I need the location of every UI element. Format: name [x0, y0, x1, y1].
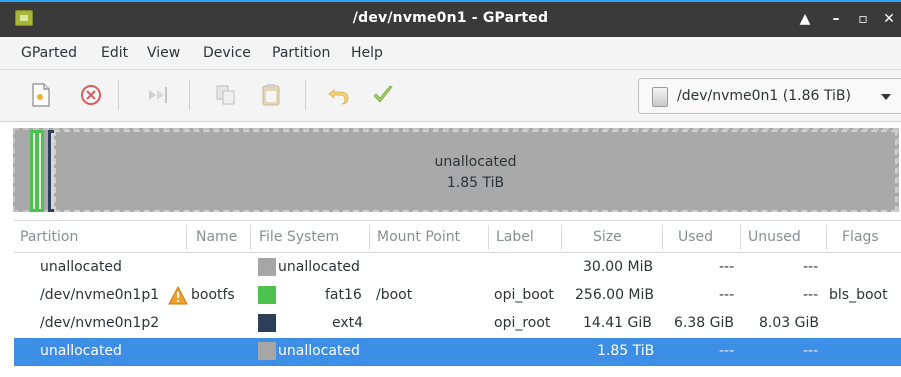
cell-label: opi_boot — [494, 287, 554, 303]
cell-partition: unallocated — [40, 259, 122, 275]
device-selector[interactable]: /dev/nvme0n1 (1.86 TiB) — [638, 78, 901, 114]
column-divider — [826, 225, 827, 250]
cell-used: 6.38 GiB — [674, 315, 734, 331]
chevron-down-icon — [881, 94, 891, 100]
resize-move-icon[interactable] — [145, 82, 171, 108]
cell-unused: 8.03 GiB — [759, 315, 819, 331]
column-divider — [369, 225, 370, 250]
disk-map-unallocated-label: unallocated — [434, 154, 517, 170]
cell-flags: bls_boot — [829, 287, 888, 303]
toolbar-separator — [305, 80, 306, 110]
cell-partition: unallocated — [40, 343, 122, 359]
cell-file-system: ext4 — [332, 315, 364, 331]
menu-partition[interactable]: Partition — [272, 45, 330, 61]
column-header-mount-point[interactable]: Mount Point — [377, 229, 460, 245]
column-divider — [662, 225, 663, 250]
menu-device[interactable]: Device — [203, 45, 251, 61]
cell-name: bootfs — [191, 287, 235, 303]
table-header: Partition Name File System Mount Point L… — [14, 220, 901, 253]
column-divider — [740, 225, 741, 250]
cell-unused: --- — [803, 287, 819, 303]
column-header-partition[interactable]: Partition — [20, 229, 78, 245]
cell-unused: --- — [803, 343, 819, 359]
cell-unused: --- — [803, 259, 819, 275]
column-divider — [561, 225, 562, 250]
column-header-file-system[interactable]: File System — [259, 229, 339, 245]
column-header-used[interactable]: Used — [678, 229, 713, 245]
undo-icon[interactable] — [325, 82, 351, 108]
table-row-selected[interactable]: unallocated unallocated 1.85 TiB --- --- — [14, 338, 901, 366]
paste-icon[interactable] — [258, 82, 284, 108]
cell-mount-point: /boot — [376, 287, 413, 303]
partition-table: Partition Name File System Mount Point L… — [14, 220, 901, 377]
cell-file-system: fat16 — [325, 287, 362, 303]
filesystem-color-swatch — [258, 342, 276, 360]
table-row[interactable]: unallocated unallocated 30.00 MiB --- --… — [14, 254, 901, 282]
cell-size: 14.41 GiB — [583, 315, 652, 331]
disk-map-segment-unallocated[interactable]: unallocated 1.85 TiB — [54, 130, 897, 212]
copy-icon[interactable] — [213, 82, 239, 108]
menu-gparted[interactable]: GParted — [21, 45, 77, 61]
cell-size: 1.85 TiB — [597, 343, 655, 359]
menu-view[interactable]: View — [147, 45, 180, 61]
cell-used: --- — [719, 343, 735, 359]
toolbar-separator — [189, 80, 190, 110]
toolbar: /dev/nvme0n1 (1.86 TiB) — [0, 70, 901, 122]
cell-used: --- — [719, 259, 735, 275]
delete-icon[interactable] — [78, 82, 104, 108]
cell-size: 256.00 MiB — [575, 287, 655, 303]
menu-help[interactable]: Help — [351, 45, 383, 61]
title-bar: /dev/nvme0n1 - GParted ▲ – ▫ ✕ — [0, 0, 901, 37]
table-row[interactable]: /dev/nvme0n1p1 bootfs fat16 /boot opi_bo… — [14, 282, 901, 310]
filesystem-color-swatch — [258, 258, 276, 276]
disk-icon — [652, 87, 668, 107]
column-divider — [186, 225, 187, 250]
minimize-button[interactable]: – — [826, 8, 846, 30]
close-button[interactable]: ✕ — [879, 8, 899, 30]
column-header-flags[interactable]: Flags — [842, 229, 879, 245]
cell-label: opi_root — [494, 315, 551, 331]
column-header-name[interactable]: Name — [196, 229, 237, 245]
table-row[interactable]: /dev/nvme0n1p2 ext4 opi_root 14.41 GiB 6… — [14, 310, 901, 338]
new-icon[interactable] — [28, 82, 54, 108]
menu-bar: GParted Edit View Device Partition Help — [0, 37, 901, 70]
column-header-unused[interactable]: Unused — [748, 229, 801, 245]
cell-partition: /dev/nvme0n1p2 — [40, 315, 160, 331]
cell-used: --- — [719, 287, 735, 303]
column-divider — [488, 225, 489, 250]
cell-file-system: unallocated — [278, 343, 360, 359]
restore-button[interactable]: ▫ — [853, 8, 873, 30]
window-title: /dev/nvme0n1 - GParted — [352, 10, 549, 26]
column-header-label[interactable]: Label — [496, 229, 534, 245]
toolbar-separator — [118, 80, 119, 110]
device-selector-label: /dev/nvme0n1 (1.86 TiB) — [677, 88, 851, 104]
maximize-button[interactable]: ▲ — [795, 8, 815, 30]
menu-edit[interactable]: Edit — [101, 45, 128, 61]
cell-file-system: unallocated — [278, 259, 360, 275]
apply-icon[interactable] — [370, 82, 396, 108]
disk-map-unallocated-size: 1.85 TiB — [446, 175, 505, 191]
disk-map-segment-fat16[interactable] — [30, 130, 44, 212]
filesystem-color-swatch — [258, 286, 276, 304]
column-divider — [250, 225, 251, 250]
cell-partition: /dev/nvme0n1p1 — [40, 287, 160, 303]
warning-icon[interactable] — [168, 285, 188, 305]
filesystem-color-swatch — [258, 314, 276, 332]
disk-map: unallocated 1.85 TiB — [0, 122, 901, 220]
cell-size: 30.00 MiB — [583, 259, 654, 275]
column-header-size[interactable]: Size — [593, 229, 622, 245]
